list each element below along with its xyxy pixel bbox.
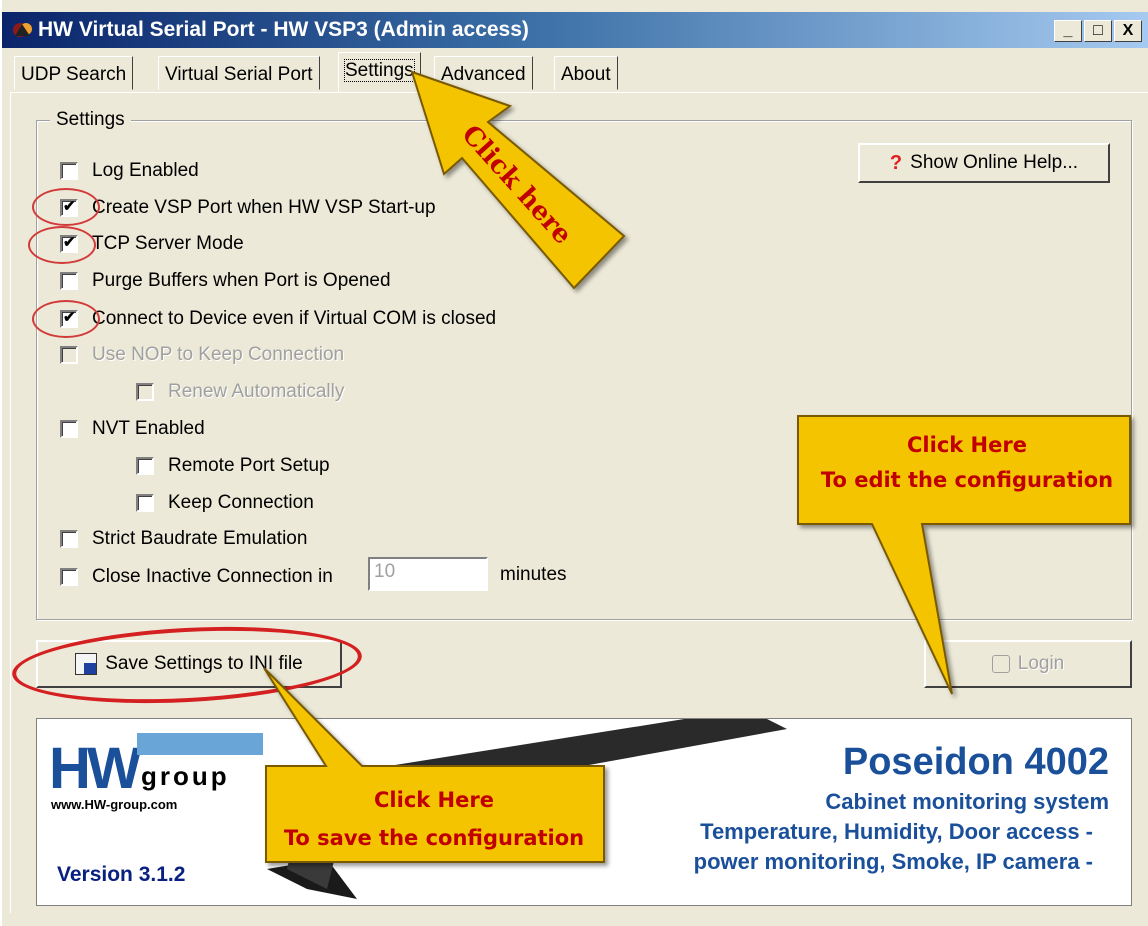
minutes-label: minutes [500, 564, 567, 585]
edit-config-line1: Click Here [907, 433, 1027, 457]
checkbox-box[interactable] [136, 494, 154, 512]
product-title: Poseidon 4002 [842, 741, 1109, 783]
checkbox-box[interactable] [60, 420, 78, 438]
purge-buffers-checkbox[interactable]: Purge Buffers when Port is Opened [60, 268, 391, 294]
minimize-button[interactable]: _ [1054, 20, 1082, 42]
app-icon [13, 23, 32, 37]
renew-automatically-checkbox[interactable]: Renew Automatically [136, 379, 344, 405]
strict-baudrate-checkbox[interactable]: Strict Baudrate Emulation [60, 526, 307, 552]
company-url: www.HW-group.com [51, 797, 178, 812]
save-config-line2: To save the configuration [283, 826, 585, 850]
product-feature-line2: power monitoring, Smoke, IP camera - [693, 849, 1093, 874]
save-config-line1: Click Here [374, 788, 494, 812]
close-button[interactable]: X [1114, 20, 1142, 42]
edit-config-line2: To edit the configuration [820, 468, 1114, 492]
nvt-enabled-checkbox[interactable]: NVT Enabled [60, 416, 205, 442]
settings-group-title: Settings [50, 109, 131, 131]
tab-virtual-serial-port[interactable]: Virtual Serial Port [158, 56, 320, 90]
log-enabled-checkbox[interactable]: Log Enabled [60, 158, 199, 184]
keep-connection-checkbox[interactable]: Keep Connection [136, 490, 314, 516]
inactive-minutes-input[interactable]: 10 [368, 557, 488, 591]
connect-to-device-checkbox[interactable]: Connect to Device even if Virtual COM is… [60, 306, 496, 332]
remote-port-setup-checkbox[interactable]: Remote Port Setup [136, 453, 330, 479]
highlight-circle [32, 300, 100, 338]
help-icon: ? [889, 151, 903, 174]
checkbox-box[interactable] [136, 383, 154, 401]
checkbox-box[interactable] [60, 162, 78, 180]
create-vsp-port-checkbox[interactable]: Create VSP Port when HW VSP Start-up [60, 195, 436, 221]
checkbox-box[interactable] [60, 530, 78, 548]
version-label: Version 3.1.2 [57, 863, 186, 886]
close-inactive-checkbox[interactable]: Close Inactive Connection in [60, 564, 333, 590]
product-subtitle: Cabinet monitoring system [825, 789, 1109, 814]
use-nop-checkbox[interactable]: Use NOP to Keep Connection [60, 342, 344, 368]
app-window: HW Virtual Serial Port - HW VSP3 (Admin … [0, 0, 1148, 926]
show-online-help-button[interactable]: ? Show Online Help... [858, 143, 1110, 183]
title-bar[interactable]: HW Virtual Serial Port - HW VSP3 (Admin … [2, 12, 1148, 48]
product-feature-line1: Temperature, Humidity, Door access - [700, 819, 1093, 844]
highlight-circle [32, 188, 100, 226]
checkbox-box[interactable] [60, 568, 78, 586]
checkbox-box[interactable] [60, 346, 78, 364]
window-title: HW Virtual Serial Port - HW VSP3 (Admin … [38, 18, 529, 41]
tab-udp-search[interactable]: UDP Search [14, 56, 134, 90]
highlight-circle [28, 226, 96, 264]
checkbox-box[interactable] [60, 272, 78, 290]
checkbox-box[interactable] [136, 457, 154, 475]
hw-logo: HW group [49, 731, 263, 801]
maximize-button[interactable]: □ [1084, 20, 1112, 42]
